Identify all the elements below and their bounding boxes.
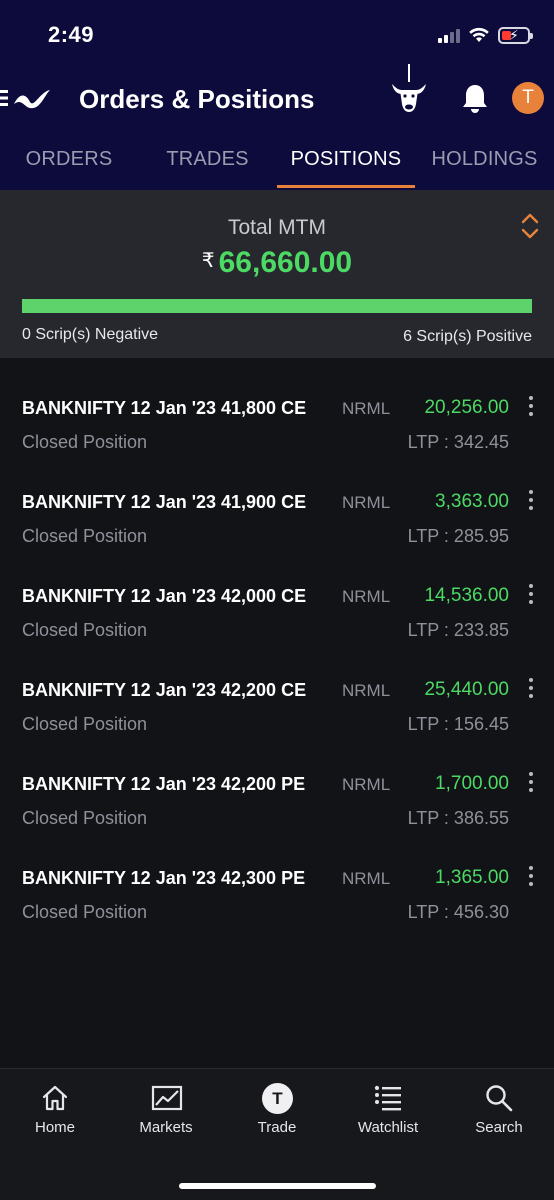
- position-status: Closed Position: [22, 714, 148, 734]
- rupee-symbol: ₹: [201, 250, 215, 272]
- position-pnl: 1,700.00: [435, 773, 509, 794]
- position-product: NRML: [342, 681, 391, 700]
- position-pnl: 1,365.00: [435, 867, 509, 888]
- mtm-summary-panel: Total MTM ₹66,660.00 0 Scrip(s) Negative…: [0, 190, 554, 358]
- app-bar: Orders & Positions T: [0, 64, 554, 130]
- home-icon: [42, 1085, 68, 1111]
- scrip-ratio-fill: [22, 299, 532, 313]
- more-options-icon[interactable]: [524, 678, 538, 704]
- avatar[interactable]: T: [512, 82, 544, 114]
- tab-trades[interactable]: TRADES: [138, 148, 277, 188]
- position-ltp: LTP : 233.85: [407, 620, 509, 640]
- bell-icon[interactable]: [460, 82, 490, 114]
- wifi-icon: [469, 27, 489, 42]
- position-row[interactable]: BANKNIFTY 12 Jan '23 41,900 CE NRML 3,36…: [0, 470, 554, 564]
- position-row[interactable]: BANKNIFTY 12 Jan '23 42,300 PE NRML 1,36…: [0, 846, 554, 940]
- position-product: NRML: [342, 587, 391, 606]
- more-options-icon[interactable]: [524, 772, 538, 798]
- position-row[interactable]: BANKNIFTY 12 Jan '23 42,000 CE NRML 14,5…: [0, 564, 554, 658]
- nav-markets-label: Markets: [139, 1119, 193, 1136]
- more-options-icon[interactable]: [524, 396, 538, 422]
- position-pnl: 3,363.00: [435, 491, 509, 512]
- nav-watchlist[interactable]: Watchlist: [333, 1069, 443, 1169]
- position-name: BANKNIFTY 12 Jan '23 42,200 CE: [22, 680, 307, 700]
- nav-home-label: Home: [34, 1119, 75, 1136]
- list-icon: [374, 1085, 401, 1111]
- status-icons: ⚡: [438, 24, 533, 46]
- status-time: 2:49: [48, 22, 95, 47]
- tab-bar: ORDERS TRADES POSITIONS HOLDINGS: [0, 138, 554, 190]
- bull-icon[interactable]: [388, 64, 430, 116]
- position-ltp: LTP : 342.45: [407, 432, 509, 452]
- status-bar: 2:49 ⚡: [0, 0, 554, 70]
- position-pnl: 20,256.00: [424, 397, 509, 418]
- more-options-icon[interactable]: [524, 584, 538, 610]
- position-ltp: LTP : 285.95: [407, 526, 509, 546]
- cellular-signal-icon: [438, 27, 460, 43]
- position-row[interactable]: BANKNIFTY 12 Jan '23 42,200 CE NRML 25,4…: [0, 658, 554, 752]
- position-name: BANKNIFTY 12 Jan '23 42,200 PE: [22, 774, 306, 794]
- positions-list: BANKNIFTY 12 Jan '23 41,800 CE NRML 20,2…: [0, 376, 554, 940]
- total-mtm-row: ₹66,660.00: [0, 246, 554, 280]
- positive-scrips-count: 6 Scrip(s) Positive: [403, 328, 532, 345]
- position-row[interactable]: BANKNIFTY 12 Jan '23 41,800 CE NRML 20,2…: [0, 376, 554, 470]
- position-name: BANKNIFTY 12 Jan '23 42,300 PE: [22, 868, 306, 888]
- position-product: NRML: [342, 399, 391, 418]
- total-mtm-label: Total MTM: [227, 216, 326, 239]
- active-tab-indicator: [277, 185, 415, 188]
- nav-search-label: Search: [475, 1119, 523, 1136]
- scrip-ratio-bar: [22, 299, 532, 313]
- header-area: 2:49 ⚡ Orders & Positions T ORDERS TRADE…: [0, 0, 554, 190]
- negative-scrips-count: 0 Scrip(s) Negative: [22, 326, 159, 343]
- bottom-nav: Home Markets T Trade Watchlist Search: [0, 1068, 554, 1200]
- tab-holdings[interactable]: HOLDINGS: [415, 148, 554, 188]
- position-product: NRML: [342, 869, 391, 888]
- position-status: Closed Position: [22, 808, 148, 828]
- more-options-icon[interactable]: [524, 490, 538, 516]
- more-options-icon[interactable]: [524, 866, 538, 892]
- position-ltp: LTP : 156.45: [407, 714, 509, 734]
- position-status: Closed Position: [22, 620, 148, 640]
- page-title: Orders & Positions: [79, 84, 315, 114]
- search-icon: [486, 1085, 513, 1112]
- position-pnl: 14,536.00: [424, 585, 509, 606]
- trade-icon: T: [262, 1083, 293, 1114]
- position-status: Closed Position: [22, 902, 148, 922]
- position-ltp: LTP : 386.55: [407, 808, 509, 828]
- nav-home[interactable]: Home: [0, 1069, 110, 1169]
- position-product: NRML: [342, 775, 391, 794]
- position-status: Closed Position: [22, 432, 148, 452]
- position-row[interactable]: BANKNIFTY 12 Jan '23 42,200 PE NRML 1,70…: [0, 752, 554, 846]
- nav-markets[interactable]: Markets: [111, 1069, 221, 1169]
- position-pnl: 25,440.00: [424, 679, 509, 700]
- total-mtm-value: 66,660.00: [218, 246, 353, 279]
- nav-trade[interactable]: T Trade: [222, 1069, 332, 1169]
- position-name: BANKNIFTY 12 Jan '23 42,000 CE: [22, 586, 307, 606]
- tab-positions[interactable]: POSITIONS: [277, 148, 415, 188]
- position-ltp: LTP : 456.30: [407, 902, 509, 922]
- chart-icon: [151, 1085, 183, 1111]
- nav-watchlist-label: Watchlist: [357, 1119, 419, 1136]
- position-name: BANKNIFTY 12 Jan '23 41,800 CE: [22, 398, 307, 418]
- position-status: Closed Position: [22, 526, 148, 546]
- menu-logo-icon[interactable]: [0, 82, 56, 114]
- position-product: NRML: [342, 493, 391, 512]
- position-name: BANKNIFTY 12 Jan '23 41,900 CE: [22, 492, 307, 512]
- home-indicator: [179, 1183, 376, 1189]
- nav-trade-label: Trade: [257, 1119, 297, 1136]
- tab-orders[interactable]: ORDERS: [0, 148, 138, 188]
- sort-toggle-icon[interactable]: [520, 212, 540, 240]
- nav-search[interactable]: Search: [444, 1069, 554, 1169]
- battery-icon: ⚡: [498, 26, 533, 44]
- charging-bolt-icon: ⚡: [509, 26, 519, 43]
